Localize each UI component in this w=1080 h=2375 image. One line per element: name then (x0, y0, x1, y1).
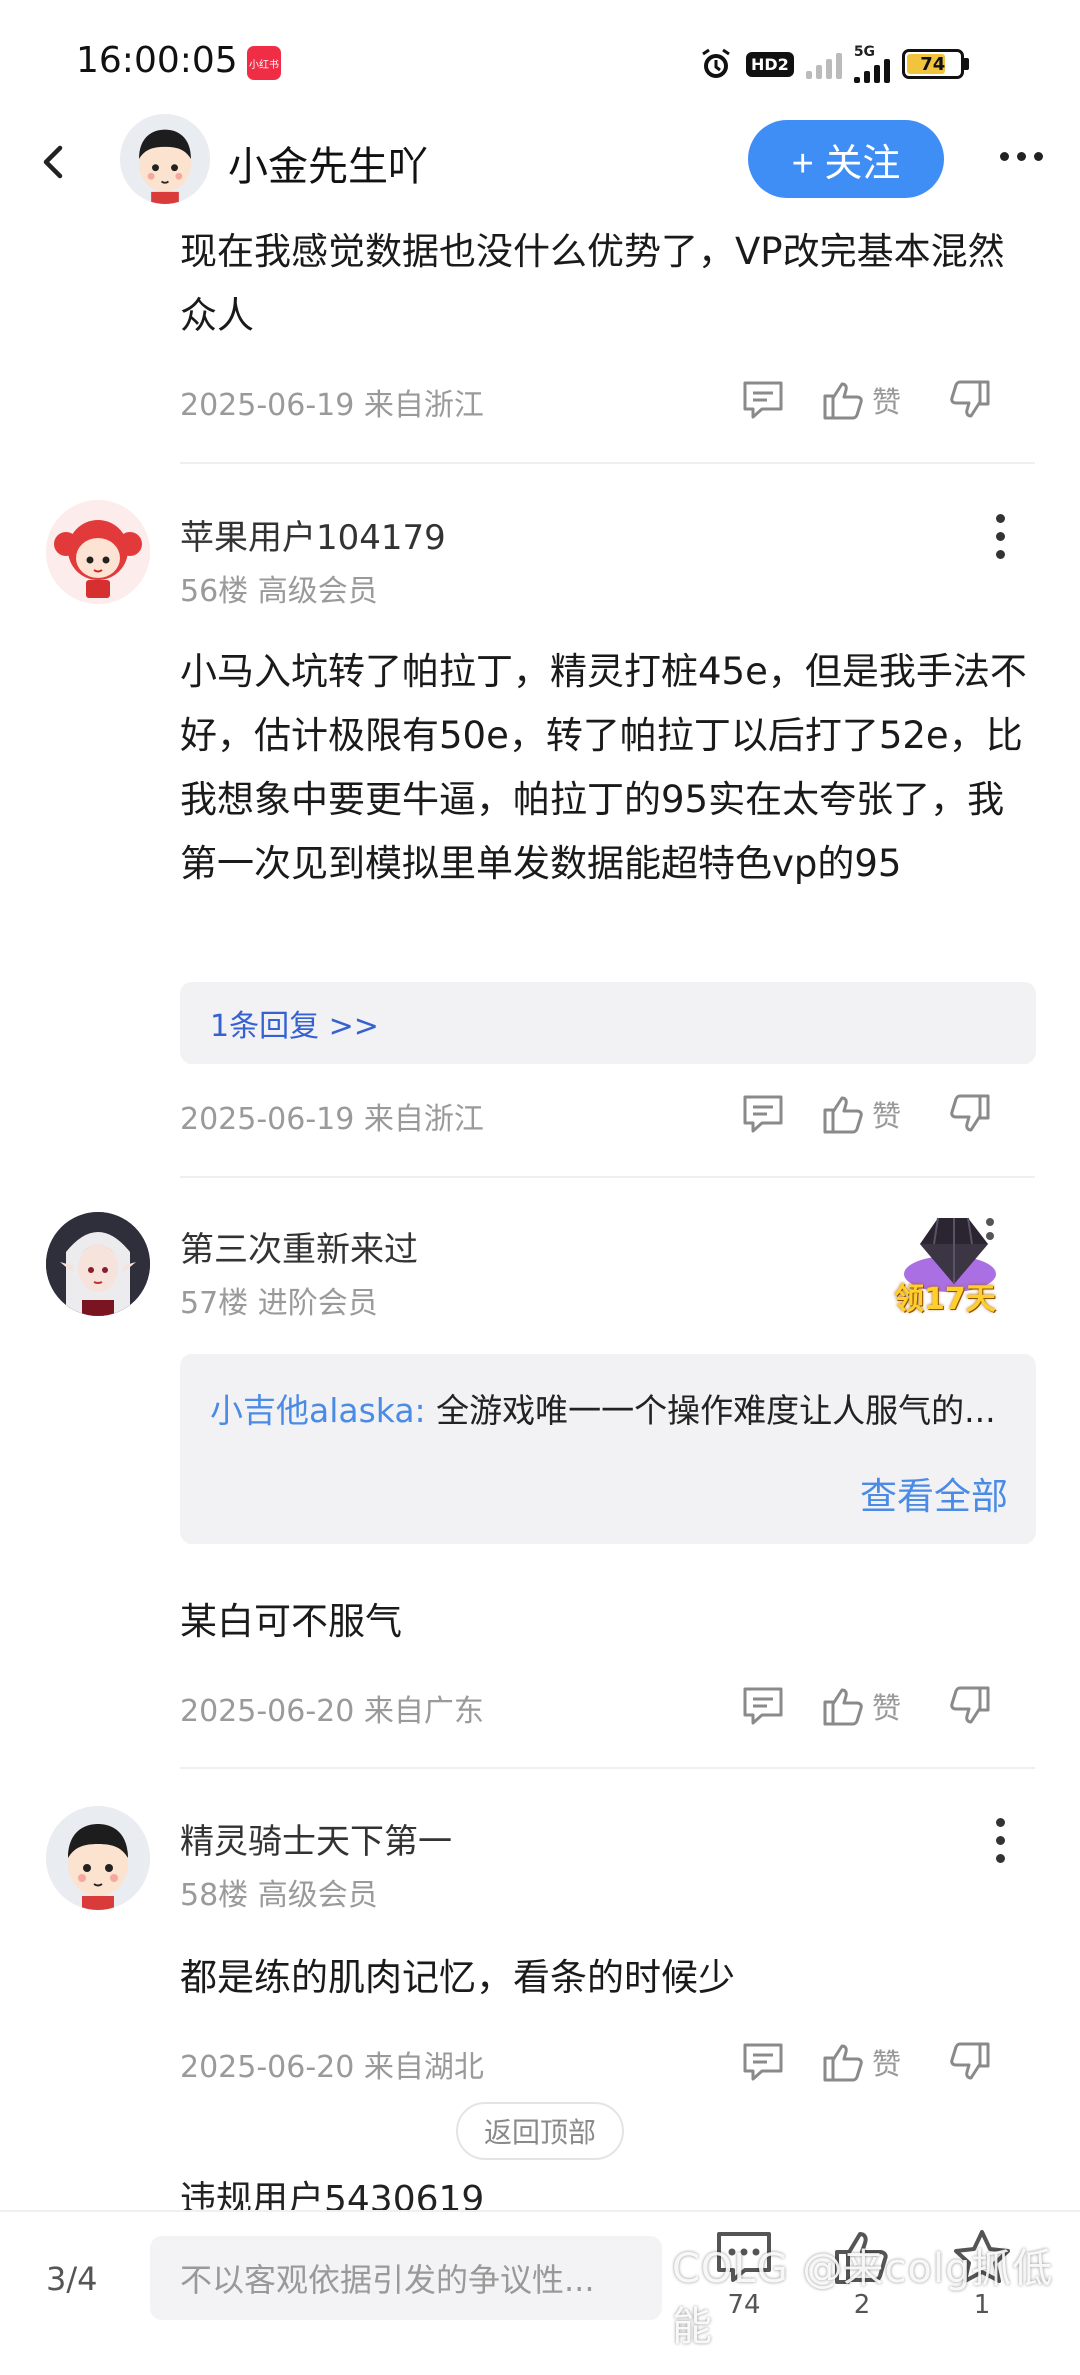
thumbs-up-icon (823, 1096, 863, 1134)
red-hair-girl-icon (46, 500, 150, 604)
thumbs-up-icon (823, 382, 863, 420)
thumbs-up-icon (823, 1688, 863, 1726)
battery-level: 74 (920, 53, 946, 75)
cartoon-face-icon (120, 114, 210, 204)
like-label: 赞 (872, 1691, 902, 1725)
status-time: 16:00:05 (76, 40, 238, 81)
comment-input[interactable]: 不以客观依据引发的争议性... (150, 2236, 662, 2320)
signal-1-icon (805, 49, 842, 79)
author-avatar[interactable] (120, 114, 210, 204)
like-button[interactable]: 赞 (820, 2040, 901, 2084)
see-all-link[interactable]: 查看全部 (860, 1466, 1008, 1520)
thumbs-up-icon (823, 2044, 863, 2082)
thumbs-down-icon[interactable] (947, 1092, 993, 1136)
comment-floor-level: 57楼 进阶会员 (180, 1286, 378, 1321)
user-avatar[interactable] (46, 1806, 150, 1910)
reply-icon[interactable] (740, 2040, 786, 2084)
like-label: 赞 (872, 385, 902, 419)
comment-actions: 赞 (740, 378, 993, 422)
like-label: 赞 (872, 1099, 902, 1133)
comment-meta: 2025-06-19 来自浙江 (180, 1102, 484, 1137)
like-label: 赞 (872, 2047, 902, 2081)
thumbs-down-icon[interactable] (947, 378, 993, 422)
divider (180, 1176, 1035, 1178)
like-button[interactable]: 赞 (820, 1092, 901, 1136)
back-to-top-button[interactable]: 返回顶部 (456, 2102, 624, 2160)
quoted-user[interactable]: 小吉他alaska: (210, 1391, 426, 1430)
status-bar: 16:00:05 小红书 HD2 5G 74 (0, 0, 1080, 120)
comment-floor-level: 58楼 高级会员 (180, 1878, 378, 1913)
quoted-reply-text: 小吉他alaska: 全游戏唯一一个操作难度让人服气的... (210, 1384, 1010, 1432)
hd-icon: HD2 (746, 51, 794, 77)
post-header: 小金先生吖 + 关注 (0, 112, 1080, 224)
thumbs-down-icon[interactable] (947, 1684, 993, 1728)
status-icons: HD2 5G 74 (698, 44, 969, 84)
quoted-reply[interactable]: 小吉他alaska: 全游戏唯一一个操作难度让人服气的... 查看全部 (180, 1354, 1036, 1544)
comment-actions: 赞 (740, 2040, 993, 2084)
signal-5g-icon: 5G (853, 44, 890, 83)
cartoon-face-icon (46, 1806, 150, 1910)
comment-content: 都是练的肌肉记忆，看条的时候少 (180, 1956, 735, 1999)
comment-more-icon[interactable] (990, 514, 1010, 559)
author-name[interactable]: 小金先生吖 (228, 134, 428, 192)
comment-user-name[interactable]: 苹果用户104179 (180, 510, 446, 559)
comment-user-name[interactable]: 精灵骑士天下第一 (180, 1814, 452, 1863)
reply-count-link[interactable]: 1条回复 >> (210, 1001, 379, 1045)
comment-content: 小马入坑转了帕拉丁，精灵打桩45e，但是我手法不好，估计极限有50e，转了帕拉丁… (180, 650, 1027, 885)
reply-icon[interactable] (740, 378, 786, 422)
comment-user-name[interactable]: 第三次重新来过 (180, 1222, 418, 1271)
divider (180, 1767, 1035, 1769)
reward-badge[interactable]: 领17天 (886, 1192, 1016, 1322)
network-type-label: 5G (853, 44, 876, 60)
comment-actions: 赞 (740, 1684, 993, 1728)
watermark: COLG @来colg抓低能 (672, 2246, 1054, 2350)
comment-content: 现在我感觉数据也没什么优势了，VP改完基本混然众人 (180, 230, 1005, 337)
follow-button[interactable]: + 关注 (748, 120, 944, 198)
more-options-icon[interactable] (1000, 152, 1043, 161)
comment-meta: 2025-06-20 来自湖北 (180, 2050, 484, 2085)
reply-icon[interactable] (740, 1092, 786, 1136)
comment-floor-level: 56楼 高级会员 (180, 574, 378, 609)
white-hair-elf-icon (46, 1212, 150, 1316)
page-indicator[interactable]: 3/4 (46, 2260, 98, 2298)
like-button[interactable]: 赞 (820, 378, 901, 422)
reply-icon[interactable] (740, 1684, 786, 1728)
reply-preview[interactable]: 1条回复 >> (180, 982, 1036, 1064)
quoted-content: 全游戏唯一一个操作难度让人服气的... (425, 1391, 996, 1430)
comment-actions: 赞 (740, 1092, 993, 1136)
user-avatar[interactable] (46, 1212, 150, 1316)
like-button[interactable]: 赞 (820, 1684, 901, 1728)
user-avatar[interactable] (46, 500, 150, 604)
thumbs-down-icon[interactable] (947, 2040, 993, 2084)
app-notification-icon: 小红书 (247, 46, 281, 80)
reward-badge-label: 领17天 (894, 1282, 996, 1317)
divider (180, 462, 1035, 464)
comment-more-icon[interactable] (990, 1818, 1010, 1863)
battery-icon: 74 (901, 49, 969, 79)
alarm-icon (702, 48, 730, 78)
comment-meta: 2025-06-19 来自浙江 (180, 388, 484, 423)
comment-meta: 2025-06-20 来自广东 (180, 1694, 484, 1729)
back-arrow-icon[interactable] (34, 142, 74, 182)
comment-content: 某白可不服气 (180, 1600, 402, 1643)
